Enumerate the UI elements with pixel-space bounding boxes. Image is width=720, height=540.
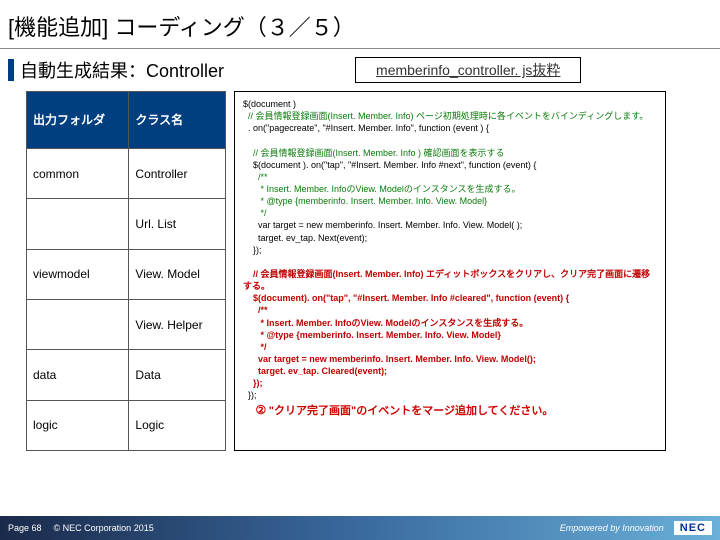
code-line: $(document). on("tap", "#Insert. Member.… — [243, 293, 569, 303]
footer-tagline: Empowered by Innovation — [560, 523, 664, 533]
table-row: View. Helper — [27, 299, 226, 349]
table-header: クラス名 — [129, 92, 226, 149]
code-line: var target = new memberinfo. Insert. Mem… — [243, 354, 536, 388]
code-line: . on("pagecreate", "#Insert. Member. Inf… — [243, 123, 489, 133]
section-subtitle: 自動生成結果：Controller — [20, 57, 224, 83]
annotation-text: "クリア完了画面"のイベントをマージ追加してください。 — [269, 405, 554, 417]
code-comment: // 会員情報登録画面(Insert. Member. Info) エディットボ… — [243, 269, 650, 291]
code-comment: // 会員情報登録画面(Insert. Member. Info) ページ初期処… — [243, 111, 648, 121]
code-line: var target = new memberinfo. Insert. Mem… — [243, 220, 522, 254]
class-table: 出力フォルダ クラス名 commonController Url. List v… — [26, 91, 226, 451]
code-block: $(document ) // 会員情報登録画面(Insert. Member.… — [234, 91, 666, 451]
nec-logo: NEC — [674, 521, 712, 535]
code-line: $(document ) — [243, 99, 296, 109]
copyright: © NEC Corporation 2015 — [54, 523, 154, 533]
filename-label: memberinfo_controller. js抜粋 — [355, 57, 581, 83]
code-comment: /** * Insert. Member. InfoのView. Modelのイ… — [243, 172, 521, 218]
table-row: dataData — [27, 350, 226, 400]
page-title: [機能追加] コーディング（３／５） — [0, 0, 720, 49]
page-number: Page 68 — [8, 523, 42, 533]
code-line: $(document ). on("tap", "#Insert. Member… — [243, 160, 536, 170]
footer: Page 68 © NEC Corporation 2015 Empowered… — [0, 516, 720, 540]
table-row: logicLogic — [27, 400, 226, 450]
code-comment: /** * Insert. Member. InfoのView. Modelのイ… — [243, 305, 528, 351]
table-row: viewmodelView. Model — [27, 249, 226, 299]
annotation-number: ② — [256, 403, 267, 417]
table-header: 出力フォルダ — [27, 92, 129, 149]
accent-bar — [8, 59, 14, 81]
table-row: Url. List — [27, 199, 226, 249]
code-line: }); — [243, 390, 257, 400]
code-comment: // 会員情報登録画面(Insert. Member. Info ) 確認画面を… — [243, 148, 505, 158]
table-row: commonController — [27, 148, 226, 198]
